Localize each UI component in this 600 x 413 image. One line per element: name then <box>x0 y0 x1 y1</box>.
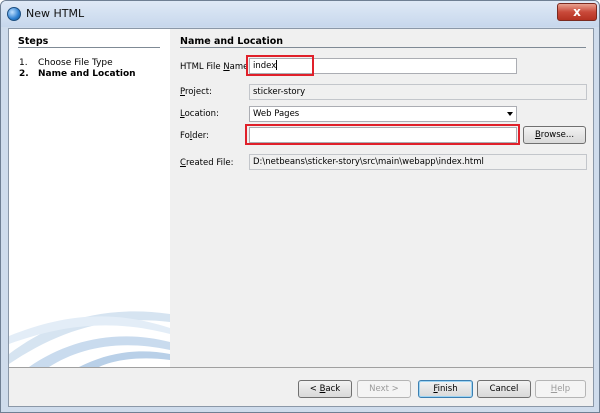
steps-heading: Steps <box>18 36 49 47</box>
title-bar[interactable]: New HTML x <box>1 1 599 27</box>
step-label: Choose File Type <box>38 58 113 68</box>
finish-button[interactable]: Finish <box>418 380 473 398</box>
next-button[interactable]: Next > <box>357 380 411 398</box>
step-item-name-and-location: 2. Name and Location <box>19 69 136 79</box>
dialog-window: New HTML x Steps 1. Choose File Type 2. Na… <box>0 0 600 413</box>
file-name-highlight <box>246 55 314 76</box>
dialog-body: Steps 1. Choose File Type 2. Name and Loca… <box>8 28 594 407</box>
folder-highlight <box>245 124 520 145</box>
close-button[interactable]: x <box>557 3 597 21</box>
cancel-button[interactable]: Cancel <box>477 380 531 398</box>
dropdown-arrow-icon <box>507 112 513 116</box>
created-file-label: Created File: <box>180 158 234 168</box>
step-number: 1. <box>19 58 28 68</box>
netbeans-app-icon <box>7 7 21 21</box>
location-select[interactable]: Web Pages <box>249 106 517 122</box>
step-item-choose-file-type: 1. Choose File Type <box>19 58 113 68</box>
steps-divider <box>18 47 160 48</box>
folder-label: Folder: <box>180 131 210 141</box>
steps-panel: Steps 1. Choose File Type 2. Name and Loca… <box>9 29 170 367</box>
location-label: Location: <box>180 109 219 119</box>
created-file-field: D:\netbeans\sticker-story\src\main\webap… <box>249 154 587 170</box>
browse-button[interactable]: Browse... <box>523 126 586 144</box>
decorative-swoosh-graphic <box>9 311 170 367</box>
section-title: Name and Location <box>180 36 284 47</box>
button-bar-divider <box>9 367 593 368</box>
file-name-label: HTML File Name: <box>180 62 252 72</box>
project-label: Project: <box>180 87 212 97</box>
back-button[interactable]: < Back <box>298 380 352 398</box>
window-title: New HTML <box>26 7 85 20</box>
step-number: 2. <box>19 69 29 79</box>
help-button[interactable]: Help <box>535 380 586 398</box>
section-divider <box>180 47 586 48</box>
close-icon: x <box>573 5 581 19</box>
step-label: Name and Location <box>38 69 136 79</box>
project-field: sticker-story <box>249 84 587 100</box>
